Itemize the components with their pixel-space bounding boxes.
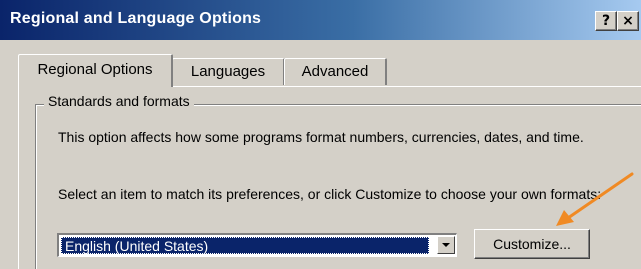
window-title: Regional and Language Options [10,10,262,27]
dropdown-button[interactable] [437,236,455,254]
close-button[interactable]: × [617,11,639,31]
prompt-text: Select an item to match its preferences,… [58,186,602,202]
locale-selected-value: English (United States) [61,237,429,254]
arrow-icon [556,172,634,226]
description-text: This option affects how some programs fo… [58,129,584,145]
help-button[interactable]: ? [595,11,617,31]
tab-languages[interactable]: Languages [172,58,285,85]
groupbox-label: Standards and formats [44,93,194,109]
title-bar[interactable]: Regional and Language Options ? × [0,0,641,40]
locale-dropdown[interactable]: English (United States) [57,233,457,257]
tab-advanced[interactable]: Advanced [284,58,387,85]
chevron-down-icon [442,243,450,247]
tab-regional-options[interactable]: Regional Options [18,54,173,87]
